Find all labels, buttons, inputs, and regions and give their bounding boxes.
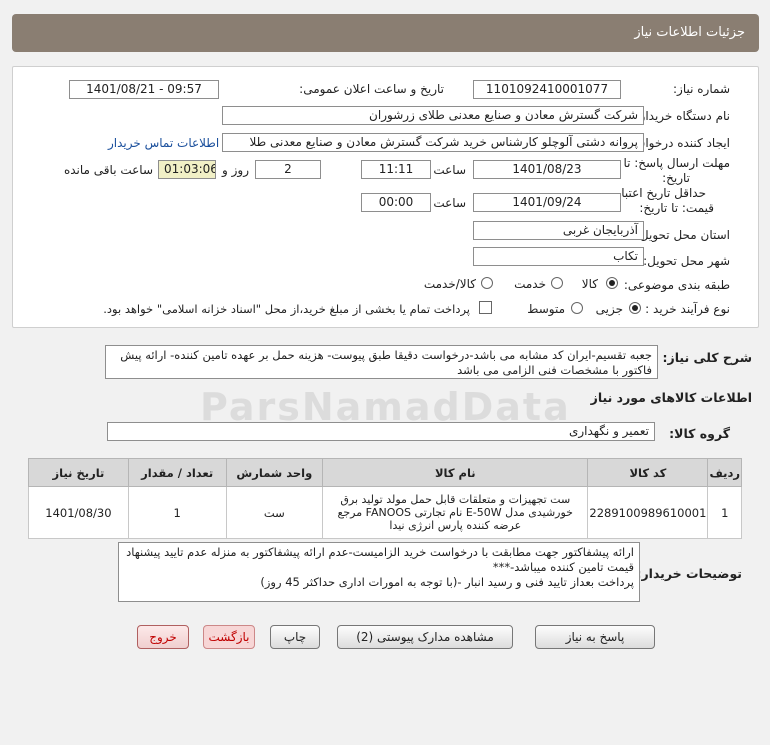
purchase-option-medium: متوسط [527, 302, 565, 316]
price-validity-time-field: 00:00 [361, 193, 431, 212]
purchase-radio-minor[interactable] [629, 302, 641, 314]
table-row: 1 2289100989610001 ست تجهیزات و متعلقات … [28, 486, 742, 539]
cell-code: 2289100989610001 [587, 486, 709, 539]
buyer-org-label: نام دستگاه خریدار: [635, 109, 731, 123]
col-header-qty: تعداد / مقدار [127, 458, 227, 487]
cell-qty: 1 [127, 486, 227, 539]
col-header-row-number: ردیف [707, 458, 742, 487]
col-header-date: تاریخ نیاز [28, 458, 129, 487]
items-table-header-row: ردیف کد کالا نام کالا واحد شمارش تعداد /… [28, 458, 742, 487]
category-radio-goods-service[interactable] [481, 277, 493, 289]
price-validity-label: حداقل تاریخ اعتبار [615, 186, 706, 200]
items-table: ردیف کد کالا نام کالا واحد شمارش تعداد /… [28, 458, 742, 539]
page-title-bar: جزئیات اطلاعات نیاز [12, 14, 759, 52]
col-header-name: نام کالا [322, 458, 589, 487]
province-field: آذربایجان غربی [473, 221, 644, 240]
back-button[interactable]: بازگشت [203, 625, 255, 649]
category-option-goods: کالا [581, 277, 598, 291]
buyer-contact-link[interactable]: اطلاعات تماس خریدار [108, 136, 219, 150]
general-desc-field: جعبه تقسیم-ایران کد مشابه می باشد-درخواس… [105, 345, 658, 379]
city-field: تکاب [473, 247, 644, 266]
category-radio-service[interactable] [551, 277, 563, 289]
city-label: شهر محل تحویل: [643, 254, 730, 268]
exit-button[interactable]: خروج [137, 625, 189, 649]
announce-field: 1401/08/21 - 09:57 [69, 80, 219, 99]
goods-group-label: گروه کالا: [669, 426, 730, 441]
print-button[interactable]: چاپ [270, 625, 320, 649]
buyer-org-field: شرکت گسترش معادن و صنایع معدنی طلای زرشو… [222, 106, 644, 125]
col-header-unit: واحد شمارش [225, 458, 324, 487]
purchase-radio-medium[interactable] [571, 302, 583, 314]
col-header-code: کد کالا [587, 458, 709, 487]
goods-info-heading: اطلاعات کالاهای مورد نیاز [590, 390, 752, 405]
remaining-days-field: 2 [255, 160, 321, 179]
purchase-option-minor: جزیی [595, 302, 623, 316]
view-attachments-button[interactable]: مشاهده مدارک پیوستی (2) [337, 625, 513, 649]
reply-time-field: 11:11 [361, 160, 431, 179]
treasury-checkbox[interactable] [479, 301, 492, 314]
cell-unit: ست [225, 486, 324, 539]
buyer-notes-label: توضیحات خریدار: [636, 566, 742, 581]
reply-time-label: ساعت [433, 163, 466, 177]
treasury-checkbox-label: پرداخت تمام یا بخشی از مبلغ خرید،از محل … [103, 302, 470, 316]
announce-label: تاریخ و ساعت اعلان عمومی: [299, 82, 444, 96]
price-validity-label-2: قیمت: تا تاریخ: [639, 201, 714, 215]
cell-date: 1401/08/30 [28, 486, 129, 539]
reply-deadline-label-2: تاریخ: [662, 171, 690, 185]
remaining-label: ساعت باقی مانده [63, 163, 153, 177]
days-label: روز و [222, 163, 249, 177]
price-validity-time-label: ساعت [433, 196, 466, 210]
cell-row-number: 1 [707, 486, 742, 539]
reply-to-need-button[interactable]: پاسخ به نیاز [535, 625, 655, 649]
need-number-field: 1101092410001077 [473, 80, 621, 99]
reply-deadline-label: مهلت ارسال پاسخ: تا [623, 156, 730, 170]
province-label: استان محل تحویل: [635, 228, 730, 242]
category-option-goods-service: کالا/خدمت [423, 277, 476, 291]
category-option-service: خدمت [514, 277, 546, 291]
remaining-time-field: 01:03:06 [158, 160, 216, 179]
goods-group-field: تعمیر و نگهداری [107, 422, 655, 441]
buyer-notes-field: ارائه پیشفاکتور جهت مطابقت با درخواست خر… [118, 542, 640, 602]
category-radio-goods[interactable] [606, 277, 618, 289]
general-desc-label: شرح کلی نیاز: [662, 350, 752, 365]
price-validity-date-field: 1401/09/24 [473, 193, 621, 212]
category-label: طبقه بندی موضوعی: [623, 278, 730, 292]
purchase-type-label: نوع فرآیند خرید : [645, 302, 730, 316]
cell-name: ست تجهیزات و متعلقات قابل حمل مولد تولید… [322, 486, 589, 539]
page-title: جزئیات اطلاعات نیاز [634, 25, 745, 40]
need-number-label: شماره نیاز: [673, 82, 730, 96]
requester-field: پروانه دشتی آلوچلو کارشناس خرید شرکت گست… [222, 133, 644, 152]
reply-date-field: 1401/08/23 [473, 160, 621, 179]
